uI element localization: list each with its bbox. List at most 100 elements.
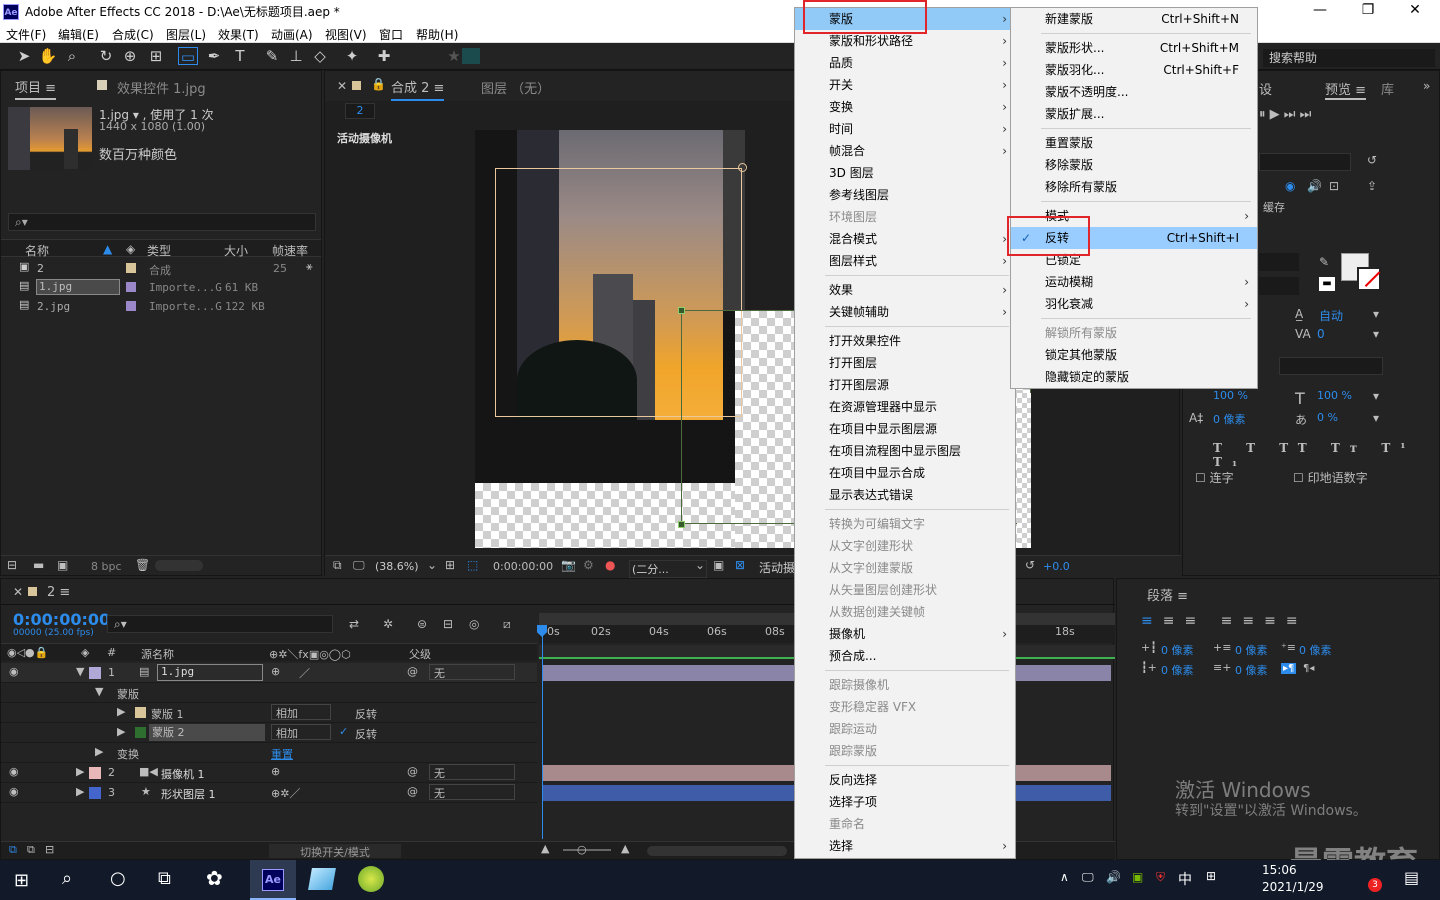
- frame-blend-icon[interactable]: ⊟: [443, 617, 453, 631]
- export-icon[interactable]: ⇪: [1367, 179, 1377, 193]
- snap-toggle[interactable]: [462, 48, 480, 64]
- expand-triangle-icon[interactable]: ▶: [76, 785, 84, 798]
- mask-menu-item[interactable]: 隐藏锁定的蒙版: [1011, 366, 1257, 388]
- expand-time-icon[interactable]: ⊟: [45, 843, 54, 856]
- mask-mode-select[interactable]: 相加: [271, 704, 331, 720]
- clone-stamp-tool-icon[interactable]: ⊥: [286, 47, 306, 65]
- project-search-input[interactable]: ⌕▾: [8, 213, 316, 231]
- layer-menu-item[interactable]: 摄像机 ›: [795, 623, 1015, 645]
- vertical-scale-value[interactable]: 100 %: [1213, 389, 1248, 402]
- mask-menu-item[interactable]: 移除所有蒙版: [1011, 176, 1257, 198]
- layer-menu-item[interactable]: 在项目中显示合成: [795, 462, 1015, 484]
- menu-composition[interactable]: 合成(C): [112, 26, 154, 43]
- font-size-select[interactable]: [1259, 277, 1299, 295]
- eyedropper-icon[interactable]: ✎: [1319, 255, 1329, 269]
- nvidia-icon[interactable]: ▣: [1132, 870, 1143, 884]
- melon-app-icon[interactable]: [358, 866, 384, 892]
- chevron-down-icon[interactable]: ▾: [1373, 389, 1379, 403]
- layer-menu-item[interactable]: 品质 ›: [795, 52, 1015, 74]
- layer-name[interactable]: 形状图层 1: [161, 786, 216, 802]
- snapshot-icon[interactable]: 📷: [561, 558, 576, 572]
- draft-3d-icon[interactable]: ✲: [383, 617, 393, 631]
- comp-breadcrumb[interactable]: 2: [345, 103, 375, 119]
- mask-menu-item[interactable]: 新建蒙版 Ctrl+Shift+N: [1011, 8, 1257, 30]
- layer-label-color[interactable]: [89, 667, 101, 679]
- zoom-out-icon[interactable]: ▲: [541, 842, 549, 855]
- layer-label-color[interactable]: [89, 767, 101, 779]
- roto-brush-tool-icon[interactable]: ✦: [342, 47, 362, 65]
- timeline-layer-row[interactable]: ◉ ▼ 1 ▤ 1.jpg ⊕ ／ @ 无: [1, 663, 537, 683]
- layer-menu-item[interactable]: 变换 ›: [795, 96, 1015, 118]
- expand-modes-icon[interactable]: ⧉: [27, 843, 35, 857]
- zoom-in-icon[interactable]: ▲: [621, 842, 629, 855]
- layer-menu-item[interactable]: 参考线图层: [795, 184, 1015, 206]
- roi-icon[interactable]: ▣: [713, 558, 724, 572]
- search-help-input[interactable]: 搜索帮助: [1263, 49, 1435, 67]
- mask-name[interactable]: 蒙版 1: [151, 706, 184, 722]
- interpret-footage-icon[interactable]: ⊟: [7, 558, 17, 572]
- zoom-tool-icon[interactable]: ⌕: [62, 47, 82, 65]
- layer-menu-item[interactable]: 预合成...: [795, 645, 1015, 667]
- puppet-tool-icon[interactable]: ✚: [374, 47, 394, 65]
- chevron-down-icon[interactable]: ▾: [1373, 307, 1379, 321]
- layer-menu-item[interactable]: 帧混合 ›: [795, 140, 1015, 162]
- pinwheel-app-icon[interactable]: ✿: [206, 866, 223, 890]
- new-comp-icon[interactable]: ▣: [57, 558, 68, 572]
- timeline-scrollbar[interactable]: [647, 846, 787, 856]
- clock-time[interactable]: 15:06: [1262, 863, 1297, 877]
- always-preview-icon[interactable]: ⧉: [333, 558, 342, 573]
- col-type[interactable]: 类型: [147, 242, 171, 259]
- layer-menu-item[interactable]: 在项目流程图中显示图层: [795, 440, 1015, 462]
- parent-select[interactable]: 无: [429, 784, 515, 800]
- flowchart-icon[interactable]: ⚹: [306, 260, 313, 274]
- tab-paragraph[interactable]: 段落 ≡: [1147, 585, 1188, 604]
- mask-row[interactable]: ▶ 蒙版 1 相加 反转: [1, 703, 537, 723]
- timeline-layer-row[interactable]: ◉ ▶ 2 ■◀ 摄像机 1 ⊕ @ 无: [1, 763, 537, 783]
- loop-icon[interactable]: ↺: [1367, 153, 1377, 167]
- layer-menu-item[interactable]: 关键帧辅助 ›: [795, 301, 1015, 323]
- graph-editor-icon[interactable]: ⧄: [503, 617, 511, 632]
- close-button[interactable]: ✕: [1395, 2, 1435, 22]
- tracking-value[interactable]: 0: [1317, 327, 1325, 341]
- layer-menu-item[interactable]: 图层样式 ›: [795, 250, 1015, 272]
- baseline-shift-value[interactable]: 0 像素: [1213, 411, 1246, 427]
- mask-menu-item[interactable]: 重置蒙版: [1011, 132, 1257, 154]
- brush-tool-icon[interactable]: ✎: [262, 47, 282, 65]
- windows-start-icon[interactable]: ⊞: [14, 870, 29, 891]
- mask-menu-item[interactable]: 蒙版羽化... Ctrl+Shift+F: [1011, 59, 1257, 81]
- camera-tool-icon[interactable]: ⊕: [120, 47, 140, 65]
- more-panels-icon[interactable]: »: [1423, 79, 1430, 93]
- layer-menu-item[interactable]: 选择子项: [795, 791, 1015, 813]
- tray-chevron-up-icon[interactable]: ∧: [1060, 870, 1069, 884]
- expand-triangle-icon[interactable]: ▶: [117, 725, 125, 738]
- timeline-group-row[interactable]: ▼ 蒙版: [1, 683, 537, 703]
- space-after-value[interactable]: 0 像素: [1235, 662, 1268, 678]
- mask-menu-item[interactable]: 蒙版不透明度...: [1011, 81, 1257, 103]
- eye-icon[interactable]: ◉: [1285, 179, 1295, 193]
- layer-menu-item[interactable]: 效果 ›: [795, 279, 1015, 301]
- chevron-down-icon[interactable]: ▾: [1373, 327, 1379, 341]
- timeline-layer-row[interactable]: ◉ ▶ 3 ★ 形状图层 1 ⊕✲／ @ 无: [1, 783, 537, 803]
- indent-first-value[interactable]: 0 像素: [1299, 642, 1332, 658]
- expand-triangle-icon[interactable]: ▶: [95, 745, 103, 758]
- volume-icon[interactable]: 🔊: [1106, 870, 1121, 884]
- menu-window[interactable]: 窗口: [379, 26, 403, 43]
- layer-menu-item[interactable]: 在项目中显示图层源: [795, 418, 1015, 440]
- pen-tool-icon[interactable]: ✒: [204, 47, 224, 65]
- type-tool-icon[interactable]: T: [230, 47, 250, 65]
- tab-project[interactable]: 项目 ≡: [15, 77, 57, 100]
- ligature-checkbox[interactable]: ☐ 连字: [1195, 469, 1234, 486]
- menu-view[interactable]: 视图(V): [325, 26, 367, 43]
- chevron-down-icon[interactable]: ⌄: [427, 558, 437, 572]
- expand-triangle-icon[interactable]: ▶: [117, 705, 125, 718]
- horizontal-scale-value[interactable]: 100 %: [1317, 389, 1352, 402]
- mask-color-swatch[interactable]: [135, 707, 146, 718]
- col-size[interactable]: 大小: [224, 242, 248, 259]
- tsume-value[interactable]: 0 %: [1317, 411, 1338, 424]
- eraser-tool-icon[interactable]: ◇: [310, 47, 330, 65]
- zoom-level[interactable]: (38.6%): [375, 560, 419, 573]
- overlay-icon[interactable]: ⊡: [1329, 179, 1339, 193]
- expand-triangle-icon[interactable]: ▼: [95, 685, 103, 698]
- shy-switch-icon[interactable]: ⊕: [271, 665, 280, 678]
- mask-color-swatch[interactable]: [135, 727, 146, 738]
